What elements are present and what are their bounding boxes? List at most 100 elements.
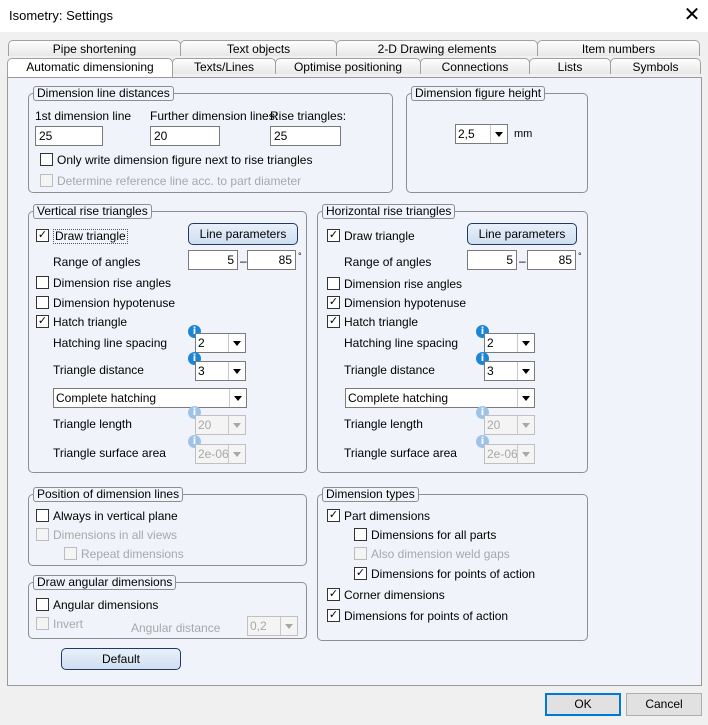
v-hatch-spacing-value: 2 bbox=[198, 336, 205, 350]
tab-texts-lines[interactable]: Texts/Lines bbox=[172, 58, 276, 74]
vertical-plane-label: Always in vertical plane bbox=[53, 509, 178, 523]
figure-height-select[interactable]: 2,5 bbox=[455, 124, 508, 144]
v-draw-triangle-checkbox[interactable]: ✓ bbox=[36, 229, 49, 242]
points-action-checkbox[interactable]: ✓ bbox=[327, 609, 340, 622]
default-button[interactable]: Default bbox=[61, 648, 181, 670]
determine-ref-label: Determine reference line acc. to part di… bbox=[57, 174, 302, 188]
repeat-dimensions-label: Repeat dimensions bbox=[81, 547, 184, 561]
h-tri-length-select[interactable]: 20 bbox=[484, 415, 535, 435]
v-range-from-input[interactable]: 5 bbox=[188, 250, 238, 270]
tab-lists[interactable]: Lists bbox=[529, 58, 611, 74]
h-range-label: Range of angles bbox=[344, 255, 432, 269]
corner-dims-label: Corner dimensions bbox=[344, 588, 445, 602]
v-range-to-input[interactable]: 85 bbox=[247, 250, 296, 270]
v-dim-rise-label: Dimension rise angles bbox=[53, 276, 172, 290]
group-title: Draw angular dimensions bbox=[33, 575, 177, 590]
v-dim-rise-checkbox[interactable] bbox=[36, 276, 49, 289]
weld-gaps-checkbox[interactable] bbox=[354, 547, 367, 560]
h-draw-triangle-label: Draw triangle bbox=[344, 229, 415, 243]
determine-ref-checkbox[interactable] bbox=[40, 174, 53, 187]
chevron-down-icon[interactable] bbox=[228, 334, 245, 352]
ok-button[interactable]: OK bbox=[545, 693, 621, 716]
chevron-down-icon[interactable] bbox=[228, 362, 245, 380]
h-hatching-mode-select[interactable]: Complete hatching bbox=[345, 388, 535, 408]
close-icon[interactable]: ✕ bbox=[680, 4, 704, 28]
group-title: Position of dimension lines bbox=[33, 487, 184, 502]
part-dims-label: Part dimensions bbox=[344, 509, 431, 523]
h-range-to-input[interactable]: 85 bbox=[527, 250, 576, 270]
v-range-dash: – bbox=[240, 254, 247, 268]
v-hatch-checkbox[interactable]: ✓ bbox=[36, 315, 49, 328]
chevron-down-icon[interactable] bbox=[229, 389, 246, 407]
rise-triangles-label: Rise triangles: bbox=[270, 109, 347, 123]
h-dim-rise-checkbox[interactable] bbox=[327, 277, 340, 290]
further-dimension-input[interactable]: 20 bbox=[150, 126, 220, 146]
h-draw-triangle-checkbox[interactable]: ✓ bbox=[327, 229, 340, 242]
h-line-parameters-button[interactable]: Line parameters bbox=[467, 223, 577, 245]
vertical-plane-checkbox[interactable] bbox=[36, 509, 49, 522]
tab-item-numbers[interactable]: Item numbers bbox=[537, 40, 700, 56]
h-dim-hyp-checkbox[interactable]: ✓ bbox=[327, 296, 340, 309]
part-dims-checkbox[interactable]: ✓ bbox=[327, 509, 340, 522]
tab-automatic-dimensioning[interactable]: Automatic dimensioning bbox=[7, 58, 173, 77]
h-hatch-spacing-value: 2 bbox=[487, 336, 494, 350]
group-position-of-dimension-lines: Position of dimension lines Always in ve… bbox=[28, 487, 307, 566]
chevron-down-icon[interactable] bbox=[517, 362, 534, 380]
angular-dims-checkbox[interactable] bbox=[36, 598, 49, 611]
chevron-down-icon[interactable] bbox=[517, 334, 534, 352]
h-tri-distance-select[interactable]: 3 bbox=[484, 361, 535, 381]
rise-triangles-input[interactable]: 25 bbox=[270, 126, 341, 146]
h-tri-area-value: 2e-06 bbox=[487, 447, 518, 461]
h-tri-distance-label: Triangle distance bbox=[344, 363, 435, 377]
h-hatch-checkbox[interactable]: ✓ bbox=[327, 315, 340, 328]
v-degree-symbol: ° bbox=[298, 251, 302, 261]
v-hatch-label: Hatch triangle bbox=[53, 315, 128, 329]
repeat-dimensions-checkbox[interactable] bbox=[64, 547, 77, 560]
invert-checkbox[interactable] bbox=[36, 617, 49, 630]
v-hatch-spacing-select[interactable]: 2 bbox=[195, 333, 246, 353]
chevron-down-icon[interactable] bbox=[280, 617, 297, 635]
group-dimension-line-distances: Dimension line distances 1st dimension l… bbox=[28, 86, 393, 193]
all-parts-label: Dimensions for all parts bbox=[371, 528, 497, 542]
v-hatching-mode-select[interactable]: Complete hatching bbox=[53, 388, 247, 408]
all-views-checkbox[interactable] bbox=[36, 528, 49, 541]
chevron-down-icon[interactable] bbox=[228, 445, 245, 463]
points-action-sub-checkbox[interactable]: ✓ bbox=[354, 567, 367, 580]
tab-connections[interactable]: Connections bbox=[420, 58, 530, 74]
angular-dims-label: Angular dimensions bbox=[53, 598, 159, 612]
v-dim-hyp-checkbox[interactable] bbox=[36, 296, 49, 309]
tab-optimise-positioning[interactable]: Optimise positioning bbox=[275, 58, 421, 74]
v-tri-length-select[interactable]: 20 bbox=[195, 415, 246, 435]
tab-pipe-shortening[interactable]: Pipe shortening bbox=[8, 40, 181, 56]
cancel-button[interactable]: Cancel bbox=[626, 693, 702, 716]
h-tri-area-select[interactable]: 2e-06 bbox=[484, 444, 535, 464]
chevron-down-icon[interactable] bbox=[517, 445, 534, 463]
tab-text-objects[interactable]: Text objects bbox=[180, 40, 337, 56]
only-write-checkbox[interactable] bbox=[40, 153, 53, 166]
h-dim-hyp-label: Dimension hypotenuse bbox=[344, 296, 467, 310]
v-tri-area-select[interactable]: 2e-06 bbox=[195, 444, 246, 464]
h-dim-rise-label: Dimension rise angles bbox=[344, 277, 463, 291]
v-tri-distance-select[interactable]: 3 bbox=[195, 361, 246, 381]
v-hatching-mode-value: Complete hatching bbox=[56, 391, 157, 405]
first-dimension-label: 1st dimension line bbox=[35, 109, 132, 123]
chevron-down-icon[interactable] bbox=[517, 416, 534, 434]
group-draw-angular-dimensions: Draw angular dimensions Angular dimensio… bbox=[28, 575, 307, 639]
angular-distance-select[interactable]: 0,2 bbox=[247, 616, 298, 636]
group-title: Vertical rise triangles bbox=[33, 204, 152, 219]
chevron-down-icon[interactable] bbox=[228, 416, 245, 434]
all-parts-checkbox[interactable] bbox=[354, 528, 367, 541]
v-line-parameters-button[interactable]: Line parameters bbox=[188, 223, 298, 245]
corner-dims-checkbox[interactable]: ✓ bbox=[327, 588, 340, 601]
v-tri-length-label: Triangle length bbox=[53, 417, 132, 431]
chevron-down-icon[interactable] bbox=[517, 389, 534, 407]
h-hatching-mode-value: Complete hatching bbox=[348, 391, 449, 405]
tab-2d-drawing-elements[interactable]: 2-D Drawing elements bbox=[336, 40, 538, 56]
h-range-from-input[interactable]: 5 bbox=[467, 250, 517, 270]
first-dimension-input[interactable]: 25 bbox=[35, 126, 103, 146]
only-write-label: Only write dimension figure next to rise… bbox=[57, 153, 313, 167]
tab-symbols[interactable]: Symbols bbox=[610, 58, 701, 74]
angular-distance-label: Angular distance bbox=[131, 621, 221, 635]
h-hatch-spacing-select[interactable]: 2 bbox=[484, 333, 535, 353]
chevron-down-icon[interactable] bbox=[490, 125, 507, 143]
